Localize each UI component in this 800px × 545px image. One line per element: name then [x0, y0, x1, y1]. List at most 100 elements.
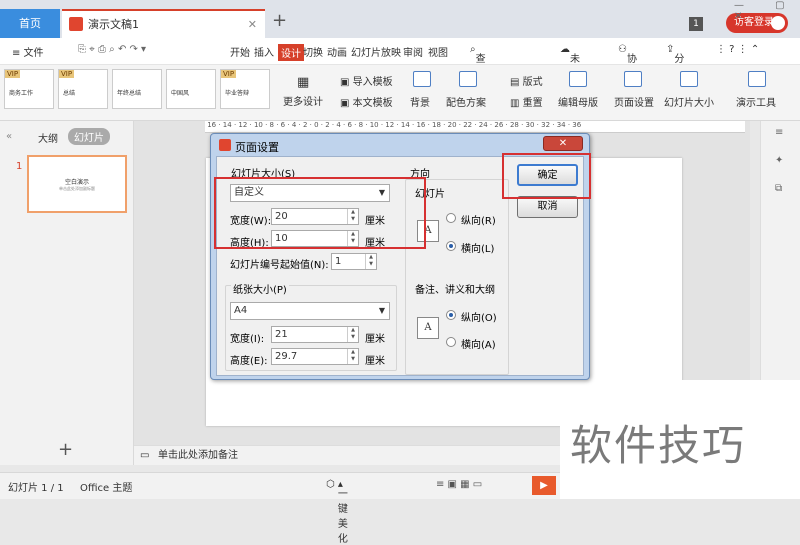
beautify-button[interactable]: ⬡ 一键美化 ▴: [326, 479, 348, 545]
title-bar: 首页 演示文稿1 ✕ + 1 访客登录 — ▢ ✕: [0, 0, 800, 38]
tab-start[interactable]: 开始: [230, 44, 250, 59]
notes-orientation-label: 备注、讲义和大纲: [415, 285, 495, 296]
text-template-button[interactable]: ▣ 本文模板: [340, 94, 393, 109]
reset-label: 重置: [522, 98, 543, 109]
landscape-label: 横向(L): [461, 244, 495, 255]
watermark: 软件技巧: [560, 380, 800, 499]
slide-size-button[interactable]: 幻灯片大小: [664, 94, 714, 109]
tab-slides[interactable]: 幻灯片: [68, 128, 110, 145]
window-count-badge[interactable]: 1: [689, 17, 703, 31]
paper-size-value: A4: [234, 305, 248, 316]
document-tab-label: 演示文稿1: [88, 18, 139, 31]
collab-button[interactable]: ⚇ 协作: [618, 44, 637, 80]
close-tab-icon[interactable]: ✕: [248, 11, 257, 38]
play-button[interactable]: ▶: [532, 476, 556, 495]
paper-width-input[interactable]: 21 ▲ ▼: [271, 326, 359, 343]
edit-master-button[interactable]: 编辑母版: [558, 94, 598, 109]
background-button[interactable]: 背景: [410, 94, 430, 109]
highlight-ok-button: [502, 153, 591, 199]
file-menu[interactable]: ≡ 文件: [12, 44, 44, 59]
copy-icon[interactable]: ⧉: [775, 183, 782, 194]
dialog-title-text: 页面设置: [235, 141, 279, 154]
layout-button[interactable]: ▤ 版式: [510, 73, 543, 88]
slide-size-icon: [680, 71, 698, 87]
template-thumb[interactable]: VIP 毕业答辩: [220, 69, 270, 109]
view-buttons[interactable]: ≡ ▣ ▦ ▭: [436, 479, 482, 490]
add-slide-button[interactable]: +: [58, 439, 73, 460]
dialog-close-button[interactable]: ✕: [543, 136, 583, 151]
unsaved-status[interactable]: ☁ 未保存: [560, 44, 580, 95]
tab-outline[interactable]: 大纲: [38, 130, 58, 145]
quick-access-icons[interactable]: ⎘ ⌖ ⎙ ⌕ ↶ ↷ ▾: [78, 44, 146, 55]
more-design-button[interactable]: 更多设计: [283, 93, 323, 108]
design-ribbon: VIP 商务工作 VIP 总结 年终总结 中国风 VIP 毕业答辩 ▦ 更多设计 ▣ …: [0, 65, 800, 121]
tab-animation[interactable]: 动画: [327, 44, 347, 59]
dialog-app-icon: [219, 139, 231, 151]
help-icons[interactable]: ⋮ ? ⋮ ⌃: [716, 44, 759, 55]
template-thumb[interactable]: 年终总结: [112, 69, 162, 109]
start-number-value: 1: [335, 256, 342, 267]
paper-height-input[interactable]: 29.7 ▲ ▼: [271, 348, 359, 365]
collapse-icon[interactable]: «: [6, 131, 12, 142]
tab-view[interactable]: 视图: [428, 44, 448, 59]
notes-landscape-radio[interactable]: [446, 337, 456, 347]
portrait-label: 纵向(R): [461, 216, 496, 227]
paper-width-value: 21: [275, 329, 288, 340]
notes-portrait-label: 纵向(O): [461, 313, 497, 324]
template-thumb[interactable]: VIP 总结: [58, 69, 108, 109]
reset-button[interactable]: ▥ 重置: [510, 94, 543, 109]
magic-icon[interactable]: ✦: [775, 155, 783, 166]
paper-height-unit: 厘米: [365, 356, 385, 367]
tab-transition[interactable]: 切换: [303, 44, 323, 59]
start-number-spinner[interactable]: ▲ ▼: [365, 254, 376, 269]
landscape-radio[interactable]: [446, 241, 456, 251]
notes-icon: ▭: [140, 450, 150, 461]
start-number-input[interactable]: 1 ▲ ▼: [331, 253, 377, 270]
watermark-text: 软件技巧: [570, 421, 747, 470]
template-label: 总结: [63, 90, 76, 97]
grid-icon: ▦: [297, 75, 310, 90]
horizontal-ruler: 16 · 14 · 12 · 10 · 8 · 6 · 4 · 2 · 0 · …: [205, 121, 745, 133]
home-tab[interactable]: 首页: [0, 9, 60, 38]
paper-width-spinner[interactable]: ▲ ▼: [347, 327, 358, 342]
cancel-button[interactable]: 取消: [517, 196, 578, 218]
start-number-label: 幻灯片编号起始值(N):: [230, 260, 329, 271]
presentation-tools-icon: [748, 71, 766, 87]
share-button[interactable]: ⇪ 分享: [666, 44, 684, 80]
tab-insert[interactable]: 插入: [254, 44, 274, 59]
template-thumb[interactable]: 中国风: [166, 69, 216, 109]
vip-badge: VIP: [221, 70, 237, 78]
tab-review[interactable]: 审阅: [403, 44, 423, 59]
theme-name[interactable]: Office 主题: [80, 479, 132, 494]
portrait-radio[interactable]: [446, 213, 456, 223]
document-tab[interactable]: 演示文稿1 ✕: [62, 9, 265, 38]
settings-sliders-icon[interactable]: ≡: [775, 127, 783, 138]
edit-master-icon: [569, 71, 587, 87]
template-thumb[interactable]: VIP 商务工作: [4, 69, 54, 109]
slide-thumbnail[interactable]: 空白演示 单击此处添加副标题: [27, 155, 127, 213]
paper-height-value: 29.7: [275, 351, 298, 362]
paper-height-label: 高度(E):: [230, 356, 268, 367]
window-controls[interactable]: — ▢ ✕: [734, 0, 800, 22]
new-tab-button[interactable]: +: [272, 10, 287, 31]
notes-portrait-radio[interactable]: [446, 310, 456, 320]
notes-page-icon: A: [417, 317, 439, 339]
layout-label: 版式: [522, 77, 543, 88]
tab-slideshow[interactable]: 幻灯片放映: [351, 44, 401, 59]
presentation-icon: [69, 17, 83, 31]
paper-size-select[interactable]: A4 ▼: [230, 302, 390, 320]
page-setup-icon: [624, 71, 642, 87]
text-template-label: 本文模板: [352, 98, 393, 109]
paper-size-label: 纸张大小(P): [231, 281, 289, 296]
import-template-button[interactable]: ▣ 导入模板: [340, 73, 393, 88]
slide-thumb-title: 空白演示: [64, 179, 89, 186]
notes-landscape-label: 横向(A): [461, 340, 496, 351]
tab-design[interactable]: 设计: [278, 44, 304, 61]
search-command[interactable]: ⌕ 查找命令...: [470, 44, 495, 110]
template-label: 商务工作: [9, 90, 34, 97]
paper-width-unit: 厘米: [365, 334, 385, 345]
presentation-tools-button[interactable]: 演示工具: [736, 94, 776, 109]
paper-height-spinner[interactable]: ▲ ▼: [347, 349, 358, 364]
page-setup-button[interactable]: 页面设置: [614, 94, 654, 109]
color-scheme-button[interactable]: 配色方案: [446, 94, 486, 109]
